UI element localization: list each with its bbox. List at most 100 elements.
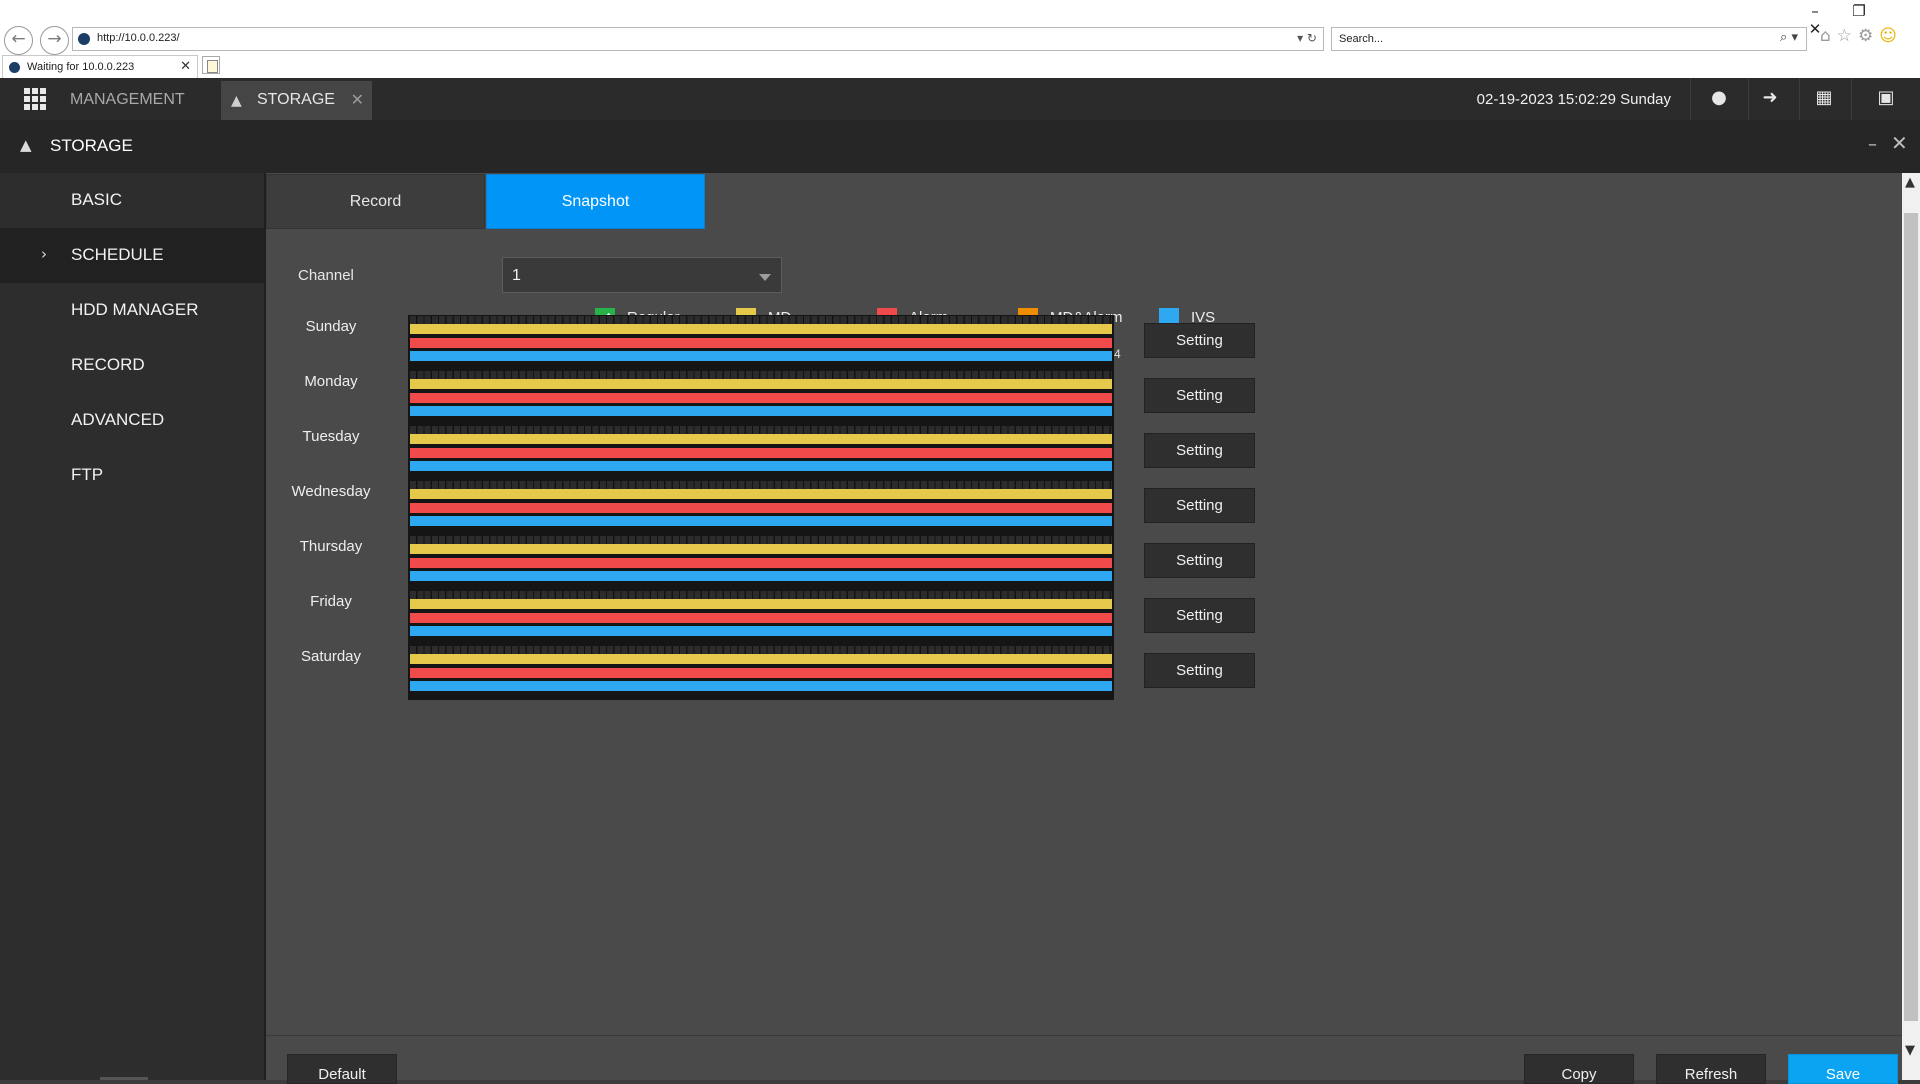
- browser-tab-title: Waiting for 10.0.0.223: [27, 61, 135, 73]
- schedule-bar-alarm[interactable]: [410, 448, 1112, 458]
- schedule-bar-md[interactable]: [410, 379, 1112, 389]
- qr-code-icon[interactable]: ▦: [1810, 87, 1838, 111]
- address-url: http://10.0.0.223/: [97, 32, 180, 44]
- schedule-bar-alarm[interactable]: [410, 668, 1112, 678]
- schedule-bar-md[interactable]: [410, 324, 1112, 334]
- favorites-icon[interactable]: ☆: [1837, 26, 1858, 46]
- setting-button[interactable]: Setting: [1144, 653, 1255, 688]
- schedule-bar-md[interactable]: [410, 489, 1112, 499]
- storage-drive-icon: ▲: [231, 93, 242, 109]
- schedule-bar-ivs[interactable]: [410, 571, 1112, 581]
- schedule-row[interactable]: [408, 590, 1114, 645]
- chevron-right-icon: ›: [41, 245, 47, 263]
- schedule-row[interactable]: [408, 480, 1114, 535]
- setting-button[interactable]: Setting: [1144, 488, 1255, 523]
- home-icon[interactable]: ⌂: [1820, 26, 1837, 46]
- fullscreen-display-icon[interactable]: ▣: [1872, 87, 1900, 111]
- schedule-row[interactable]: [408, 645, 1114, 700]
- channel-label: Channel: [298, 267, 354, 284]
- sidebar-item-schedule[interactable]: › SCHEDULE: [0, 228, 264, 283]
- storage-tab-label: STORAGE: [257, 91, 335, 108]
- window-close-icon[interactable]: ✕: [1891, 131, 1908, 155]
- schedule-bar-ivs[interactable]: [410, 516, 1112, 526]
- sidebar-item-label: HDD MANAGER: [71, 300, 199, 319]
- sidebar-item-record[interactable]: RECORD: [0, 338, 264, 393]
- schedule-bar-ivs[interactable]: [410, 406, 1112, 416]
- setting-button[interactable]: Setting: [1144, 378, 1255, 413]
- sidebar-item-ftp[interactable]: FTP: [0, 448, 264, 503]
- browser-toolbar-icons: ⌂☆⚙☺: [1820, 26, 1903, 46]
- schedule-bar-alarm[interactable]: [410, 338, 1112, 348]
- footer-divider: [266, 1035, 1902, 1036]
- scroll-up-icon[interactable]: ▲: [1905, 175, 1915, 190]
- search-placeholder: Search...: [1339, 33, 1384, 45]
- storage-window-titlebar: ▲ STORAGE – ✕: [0, 120, 1920, 173]
- storage-tab-close-icon[interactable]: ✕: [351, 90, 364, 109]
- management-tab[interactable]: MANAGEMENT: [70, 91, 185, 109]
- schedule-bar-ivs[interactable]: [410, 351, 1112, 361]
- schedule-row[interactable]: [408, 535, 1114, 590]
- schedule-bar-alarm[interactable]: [410, 558, 1112, 568]
- refresh-icon[interactable]: ▾ ↻: [1297, 31, 1317, 45]
- settings-gear-icon[interactable]: ⚙: [1858, 26, 1879, 46]
- schedule-bar-ivs[interactable]: [410, 681, 1112, 691]
- new-tab-button[interactable]: [202, 56, 220, 74]
- scroll-down-icon[interactable]: ▼: [1905, 1043, 1915, 1058]
- schedule-bar-md[interactable]: [410, 434, 1112, 444]
- schedule-bar-ivs[interactable]: [410, 461, 1112, 471]
- day-label: Thursday: [299, 538, 363, 555]
- browser-tab[interactable]: Waiting for 10.0.0.223 ✕: [2, 55, 198, 78]
- schedule-row[interactable]: [408, 425, 1114, 480]
- logout-icon[interactable]: ➜: [1756, 87, 1784, 111]
- page-scrollbar[interactable]: ▲ ▼: [1902, 173, 1920, 1080]
- setting-button[interactable]: Setting: [1144, 433, 1255, 468]
- tab-close-icon[interactable]: ✕: [180, 59, 191, 74]
- day-label: Monday: [304, 373, 358, 390]
- day-label: Friday: [310, 593, 352, 610]
- chevron-down-icon: [759, 274, 771, 281]
- forward-button[interactable]: →: [40, 26, 69, 55]
- schedule-bar-md[interactable]: [410, 599, 1112, 609]
- restore-icon[interactable]: ❐: [1837, 2, 1881, 20]
- storage-tab[interactable]: ▲ STORAGE ✕: [221, 81, 372, 120]
- setting-button[interactable]: Setting: [1144, 543, 1255, 578]
- schedule-row[interactable]: [408, 315, 1114, 370]
- minimize-icon[interactable]: –: [1793, 2, 1837, 20]
- schedule-bar-alarm[interactable]: [410, 613, 1112, 623]
- setting-button[interactable]: Setting: [1144, 598, 1255, 633]
- schedule-bar-ivs[interactable]: [410, 626, 1112, 636]
- browser-chrome: ← → http://10.0.0.223/ ▾ ↻ Search... ⌕ ▾…: [0, 0, 1920, 78]
- schedule-panel: Record Snapshot Channel 1 RegularMDAlarm…: [266, 173, 1902, 1084]
- setting-button[interactable]: Setting: [1144, 323, 1255, 358]
- schedule-row[interactable]: [408, 370, 1114, 425]
- feedback-smiley-icon[interactable]: ☺: [1879, 26, 1903, 46]
- tab-loading-icon: [9, 62, 20, 73]
- scrollbar-thumb[interactable]: [1904, 213, 1918, 1021]
- day-label: Sunday: [305, 318, 357, 335]
- sidebar-item-label: FTP: [71, 465, 104, 484]
- tab-record[interactable]: Record: [266, 174, 485, 229]
- datetime-display: 02-19-2023 15:02:29 Sunday: [1476, 91, 1671, 108]
- address-bar[interactable]: http://10.0.0.223/ ▾ ↻: [72, 27, 1324, 51]
- schedule-bar-alarm[interactable]: [410, 393, 1112, 403]
- back-button[interactable]: ←: [4, 26, 33, 55]
- day-label: Saturday: [300, 648, 362, 665]
- channel-select[interactable]: 1: [502, 257, 782, 293]
- app-header: MANAGEMENT ▲ STORAGE ✕ 02-19-2023 15:02:…: [0, 78, 1920, 120]
- window-minimize-icon[interactable]: –: [1868, 134, 1877, 155]
- tab-snapshot[interactable]: Snapshot: [486, 174, 705, 229]
- sidebar-item-label: BASIC: [71, 190, 123, 209]
- sidebar-item-basic[interactable]: BASIC: [0, 173, 264, 228]
- day-label: Wednesday: [291, 483, 371, 500]
- sidebar-item-advanced[interactable]: ADVANCED: [0, 393, 264, 448]
- sidebar-item-label: RECORD: [71, 355, 145, 374]
- apps-grid-icon[interactable]: [24, 88, 46, 110]
- browser-search-input[interactable]: Search... ⌕ ▾: [1331, 27, 1807, 51]
- schedule-bar-alarm[interactable]: [410, 503, 1112, 513]
- schedule-bar-md[interactable]: [410, 544, 1112, 554]
- window-title: STORAGE: [50, 136, 133, 155]
- schedule-bar-md[interactable]: [410, 654, 1112, 664]
- sidebar-item-hdd-manager[interactable]: HDD MANAGER: [0, 283, 264, 338]
- user-icon[interactable]: ●: [1705, 87, 1733, 111]
- sidebar-item-label: ADVANCED: [71, 410, 165, 429]
